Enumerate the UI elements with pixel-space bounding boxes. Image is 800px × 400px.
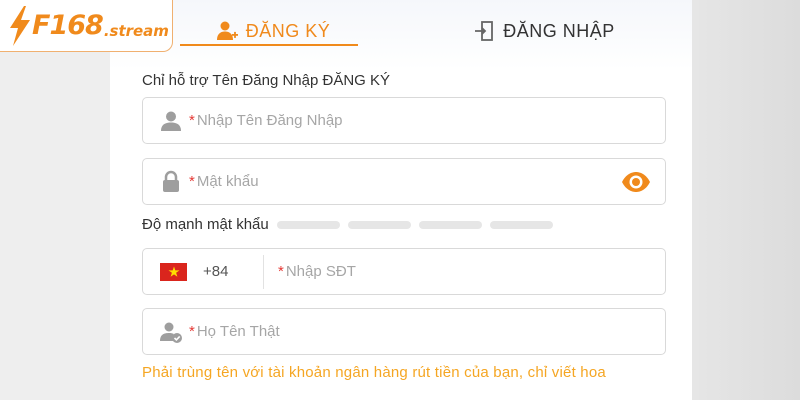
phone-input[interactable] <box>285 249 665 294</box>
country-code[interactable]: +84 <box>187 263 263 280</box>
strength-bar <box>489 220 553 229</box>
password-input[interactable] <box>196 159 621 204</box>
tab-login[interactable]: ĐĂNG NHẬP <box>376 0 692 62</box>
logo-suffix-text: .stream <box>103 21 169 40</box>
password-field[interactable]: * <box>142 158 666 205</box>
password-strength-label: Độ mạnh mật khẩu <box>142 216 269 233</box>
phone-field[interactable]: +84 * <box>142 248 666 295</box>
password-strength-bars <box>276 220 561 229</box>
real-name-hint: Phải trùng tên với tài khoản ngân hàng r… <box>142 364 606 381</box>
lock-icon <box>163 170 179 192</box>
lightning-bolt-icon <box>10 5 30 46</box>
strength-bar <box>276 220 340 229</box>
phone-divider <box>263 254 264 289</box>
strength-bar <box>418 220 482 229</box>
brand-logo[interactable]: F168 .stream <box>0 0 173 52</box>
vietnam-flag-icon[interactable] <box>160 262 187 281</box>
auth-panel: ĐĂNG KÝ ĐĂNG NHẬP Chỉ hỗ trợ Tên Đăng Nh… <box>110 0 692 400</box>
required-mark: * <box>189 173 195 190</box>
logo-brand-text: F168 <box>32 10 104 41</box>
user-add-icon <box>216 21 238 40</box>
right-background <box>692 0 800 400</box>
user-check-icon <box>160 322 182 343</box>
tab-login-label: ĐĂNG NHẬP <box>503 20 615 41</box>
required-mark: * <box>278 263 284 280</box>
section-label: Chỉ hỗ trợ Tên Đăng Nhập ĐĂNG KÝ <box>142 72 391 89</box>
flag-star-icon <box>168 266 179 277</box>
eye-icon[interactable] <box>621 171 651 193</box>
password-strength: Độ mạnh mật khẩu <box>142 216 561 233</box>
left-background <box>0 0 110 400</box>
username-field[interactable]: * <box>142 97 666 144</box>
username-input[interactable] <box>196 98 665 143</box>
login-door-icon <box>475 21 494 41</box>
auth-tabs: ĐĂNG KÝ ĐĂNG NHẬP <box>110 0 692 62</box>
user-icon <box>161 111 181 131</box>
strength-bar <box>347 220 411 229</box>
tab-register-label: ĐĂNG KÝ <box>245 20 331 41</box>
real-name-field[interactable]: * <box>142 308 666 355</box>
required-mark: * <box>189 112 195 129</box>
required-mark: * <box>189 323 195 340</box>
real-name-input[interactable] <box>196 309 665 354</box>
